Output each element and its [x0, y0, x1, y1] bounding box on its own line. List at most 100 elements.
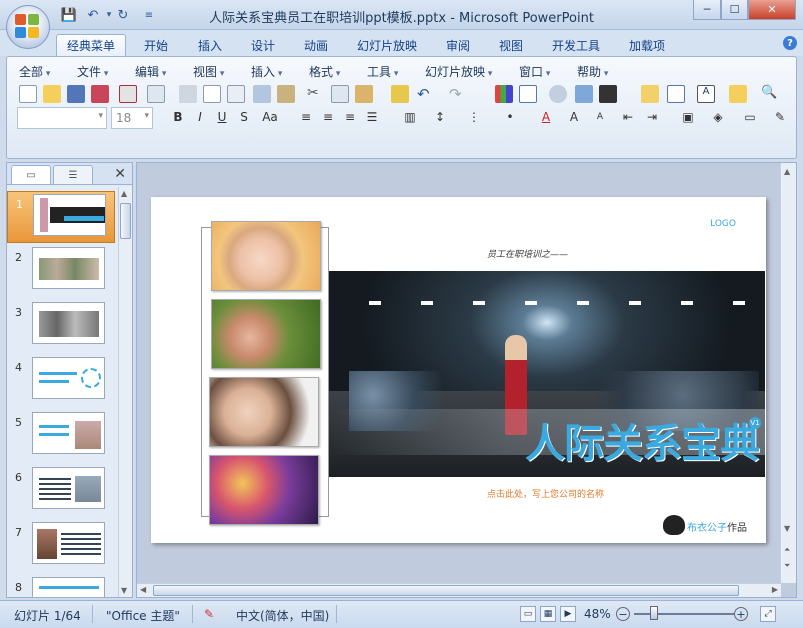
zoom-in-icon[interactable]: +: [734, 607, 748, 621]
clipart-icon[interactable]: [549, 85, 567, 103]
arrange-icon[interactable]: ▣: [679, 108, 697, 126]
picture-icon[interactable]: [575, 85, 593, 103]
copy-format-icon[interactable]: [147, 85, 165, 103]
format-painter-icon[interactable]: [391, 85, 409, 103]
permission-icon[interactable]: [91, 85, 109, 103]
textbox-icon[interactable]: A: [697, 85, 715, 103]
editor-vertical-scrollbar[interactable]: ▲ ▼ ⏶ ⏷: [780, 163, 796, 583]
strikethrough-icon[interactable]: S: [235, 108, 253, 126]
folder-icon[interactable]: [729, 85, 747, 103]
shape-fill-icon[interactable]: [599, 85, 617, 103]
line-spacing-icon[interactable]: ↕: [431, 108, 449, 126]
decrease-indent-icon[interactable]: ⇤: [619, 108, 637, 126]
zoom-level[interactable]: 48%: [584, 607, 611, 621]
tab-animation[interactable]: 动画: [294, 34, 338, 56]
grow-font-icon[interactable]: A: [565, 108, 583, 126]
undo-toolbar-icon[interactable]: ↶: [417, 85, 435, 103]
menu-all[interactable]: 全部: [19, 63, 50, 80]
maximize-button[interactable]: ☐: [721, 0, 748, 20]
justify-icon[interactable]: ☰: [363, 108, 381, 126]
slideshow-view-icon[interactable]: ▶: [560, 606, 576, 622]
tab-classic-menu[interactable]: 经典菜单: [56, 34, 127, 56]
align-center-icon[interactable]: ≡: [319, 108, 337, 126]
layout-icon[interactable]: [667, 85, 685, 103]
scroll-up-icon[interactable]: ▲: [121, 189, 127, 198]
previous-slide-icon[interactable]: ⏶: [784, 545, 790, 555]
shape-effects-icon[interactable]: ✎: [771, 108, 789, 126]
zoom-out-icon[interactable]: −: [616, 607, 630, 621]
company-placeholder[interactable]: 点击此处，写上您公司的名称: [487, 487, 604, 500]
align-right-icon[interactable]: ≡: [341, 108, 359, 126]
spelling-check-icon[interactable]: ✎: [204, 607, 214, 621]
menu-tools[interactable]: 工具: [367, 63, 398, 80]
print-icon[interactable]: [179, 85, 197, 103]
table-icon[interactable]: [519, 85, 537, 103]
spelling-icon[interactable]: [253, 85, 271, 103]
shrink-font-icon[interactable]: A: [591, 108, 609, 126]
scroll-down-icon[interactable]: ▼: [784, 524, 790, 533]
menu-file[interactable]: 文件: [77, 63, 108, 80]
tab-addins[interactable]: 加载项: [619, 34, 675, 56]
quick-styles-icon[interactable]: ◈: [709, 108, 727, 126]
close-panel-icon[interactable]: ✕: [114, 166, 126, 182]
zoom-slider-thumb[interactable]: [650, 606, 658, 620]
numbering-icon[interactable]: ⋮: [465, 108, 483, 126]
normal-view-icon[interactable]: ▭: [520, 606, 536, 622]
scroll-thumb[interactable]: [120, 203, 131, 239]
font-color-icon[interactable]: A: [537, 108, 555, 126]
new-file-icon[interactable]: [19, 85, 37, 103]
h-scroll-thumb[interactable]: [153, 585, 739, 596]
tab-view[interactable]: 视图: [489, 34, 533, 56]
help-icon[interactable]: ?: [783, 36, 797, 50]
copy-icon[interactable]: [331, 85, 349, 103]
page-setup-icon[interactable]: [227, 85, 245, 103]
outline-tab-icon[interactable]: ☰: [53, 165, 93, 184]
minimize-button[interactable]: ─: [693, 0, 721, 20]
save-file-icon[interactable]: [67, 85, 85, 103]
thumbnail-item[interactable]: 8: [7, 575, 115, 597]
language-indicator[interactable]: 中文(简体，中国): [236, 607, 329, 624]
slide-canvas[interactable]: LOGO 员工在职培训之—— 人际关系宝典 V1 点击此处，写上您公司的名称 布…: [151, 197, 766, 543]
menu-insert[interactable]: 插入: [251, 63, 282, 80]
bullets-icon[interactable]: •: [501, 108, 519, 126]
tab-review[interactable]: 审阅: [436, 34, 480, 56]
editor-horizontal-scrollbar[interactable]: ◀ ▶: [137, 583, 781, 597]
chart-icon[interactable]: [495, 85, 513, 103]
pdf-icon[interactable]: [119, 85, 137, 103]
thumbnail-item[interactable]: 4: [7, 355, 115, 407]
scroll-left-icon[interactable]: ◀: [140, 585, 146, 594]
menu-edit[interactable]: 编辑: [135, 63, 166, 80]
menu-window[interactable]: 窗口: [519, 63, 550, 80]
new-slide-icon[interactable]: [641, 85, 659, 103]
scroll-down-icon[interactable]: ▼: [121, 586, 127, 595]
thumbnail-item[interactable]: 3: [7, 300, 115, 352]
menu-slideshow[interactable]: 幻灯片放映: [425, 63, 492, 80]
print-preview-icon[interactable]: [203, 85, 221, 103]
font-size-select[interactable]: 18: [111, 107, 153, 129]
underline-icon[interactable]: U: [213, 108, 231, 126]
scroll-right-icon[interactable]: ▶: [772, 585, 778, 594]
paste-icon[interactable]: [355, 85, 373, 103]
columns-icon[interactable]: ▥: [401, 108, 419, 126]
menu-help[interactable]: 帮助: [577, 63, 608, 80]
menu-format[interactable]: 格式: [309, 63, 340, 80]
thumbnail-item[interactable]: 6: [7, 465, 115, 517]
tab-developer[interactable]: 开发工具: [542, 34, 610, 56]
office-button[interactable]: [6, 5, 50, 49]
thumbnail-item[interactable]: 5: [7, 410, 115, 462]
font-family-select[interactable]: [17, 107, 107, 129]
redo-toolbar-icon[interactable]: ↷: [449, 85, 467, 103]
research-icon[interactable]: [277, 85, 295, 103]
open-folder-icon[interactable]: [43, 85, 61, 103]
increase-indent-icon[interactable]: ⇥: [643, 108, 661, 126]
thumbnail-scrollbar[interactable]: ▲ ▼: [118, 187, 132, 597]
next-slide-icon[interactable]: ⏷: [784, 561, 790, 571]
bold-icon[interactable]: B: [169, 108, 187, 126]
cut-icon[interactable]: ✂: [307, 85, 325, 103]
fit-to-window-icon[interactable]: ⤢: [760, 606, 776, 622]
thumbnail-item[interactable]: 7: [7, 520, 115, 572]
change-case-icon[interactable]: Aa: [257, 108, 283, 126]
slide-sorter-icon[interactable]: ▦: [540, 606, 556, 622]
tab-slideshow[interactable]: 幻灯片放映: [347, 34, 427, 56]
thumbnail-item[interactable]: 2: [7, 245, 115, 297]
